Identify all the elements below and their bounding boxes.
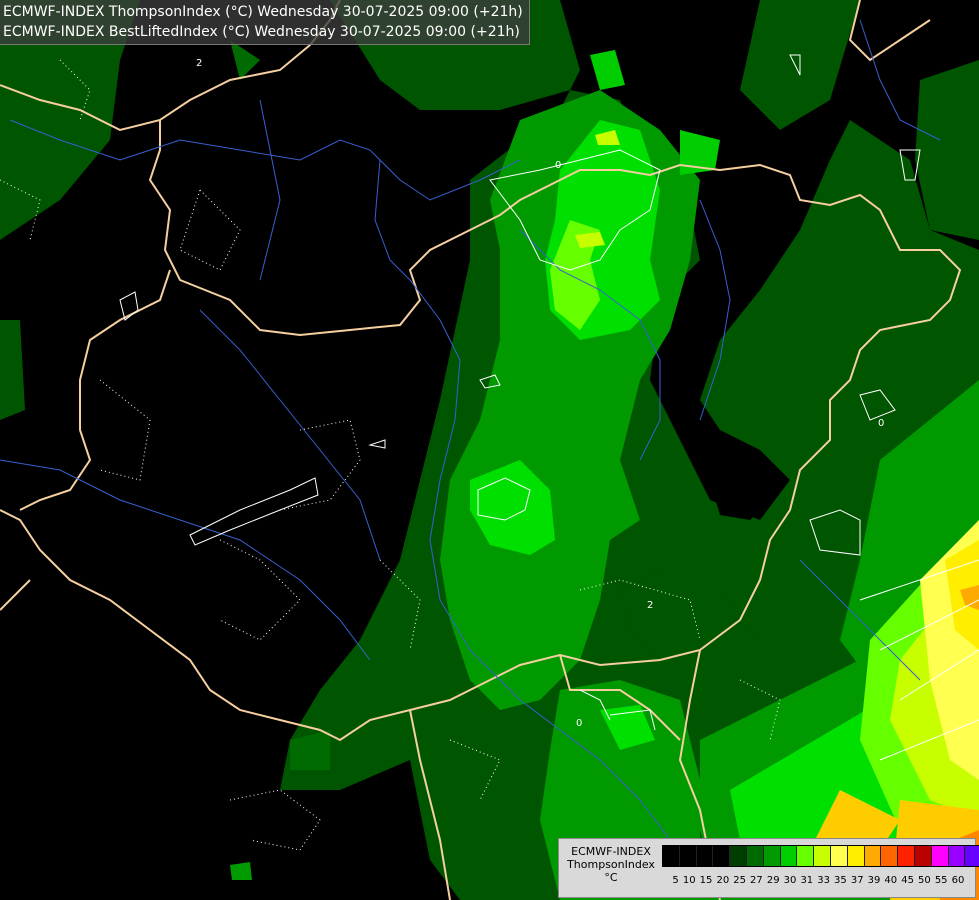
map-title: ECMWF-INDEX ThompsonIndex (°C) Wednesday… (0, 0, 530, 45)
contour-label-e: 0 (576, 718, 582, 729)
legend-swatch (663, 846, 680, 866)
legend-swatch (881, 846, 899, 866)
legend-tick-label: 50 (918, 875, 931, 886)
legend-swatch (763, 846, 781, 866)
title-line-thompson: ECMWF-INDEX ThompsonIndex (°C) Wednesday… (3, 4, 523, 20)
legend-swatch (713, 846, 731, 866)
legend-source: ECMWF-INDEX (571, 845, 651, 858)
legend-swatch (898, 846, 915, 866)
legend-swatch (730, 846, 747, 866)
legend-tick-label: 20 (716, 875, 730, 886)
legend-tick-label: 5 (672, 875, 679, 886)
legend-tick-label: 27 (750, 875, 763, 886)
title-line-bestlifted: ECMWF-INDEX BestLiftedIndex (°C) Wednesd… (3, 24, 520, 40)
legend-tick-label: 60 (951, 875, 965, 886)
legend-swatch (797, 846, 815, 866)
contour-label-d: 2 (647, 600, 653, 611)
legend-swatch (814, 846, 831, 866)
legend-tick-label: 31 (800, 875, 814, 886)
legend-tick-label: 25 (733, 875, 746, 886)
legend-swatch (914, 846, 932, 866)
legend-tick-label: 45 (901, 875, 914, 886)
legend-tick-label: 39 (867, 875, 881, 886)
legend-tick-label: 29 (766, 875, 780, 886)
legend-tick-label: 55 (934, 875, 948, 886)
contour-label-c: 0 (878, 418, 884, 429)
contour-label-b: 0 (555, 160, 561, 171)
legend-colorbar (662, 845, 979, 867)
legend-unit: °C (604, 871, 618, 884)
legend-swatch (696, 846, 714, 866)
weather-map: 2 0 0 2 0 (0, 0, 979, 900)
legend-swatch (948, 846, 966, 866)
legend-tick-label: 10 (682, 875, 696, 886)
legend-parameter: ThompsonIndex (567, 858, 655, 871)
legend-tick-label: 37 (850, 875, 864, 886)
legend-swatch (679, 846, 697, 866)
legend-tick-label: 40 (884, 875, 898, 886)
color-legend: ECMWF-INDEX ThompsonIndex °C 5 10 15 20 25 27… (558, 838, 979, 898)
legend-swatch (780, 846, 798, 866)
legend-swatch (746, 846, 764, 866)
legend-swatch (965, 846, 979, 866)
legend-tick-label: 15 (699, 875, 713, 886)
legend-swatch (931, 846, 949, 866)
legend-label: ECMWF-INDEX ThompsonIndex °C (563, 845, 659, 884)
legend-tick-label: 35 (834, 875, 847, 886)
legend-swatch (830, 846, 848, 866)
legend-tick-label: 33 (817, 875, 830, 886)
legend-tick-label: 30 (783, 875, 797, 886)
legend-swatch (864, 846, 882, 866)
legend-ticks: 5 10 15 20 25 27 29 30 31 33 35 37 39 40 45 50 55 60 (662, 875, 964, 887)
contour-label-a: 2 (196, 58, 202, 69)
legend-swatch (847, 846, 865, 866)
